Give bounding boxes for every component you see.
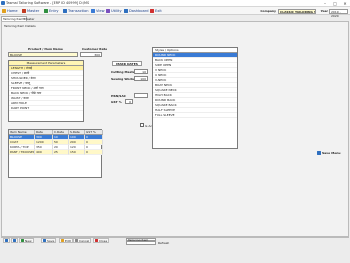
menu-view[interactable]: View xyxy=(91,8,105,14)
nav-prev-icon xyxy=(13,239,16,242)
menu-master[interactable]: Master xyxy=(22,8,39,14)
edit-label: Edit xyxy=(65,238,71,243)
new-icon xyxy=(21,239,24,242)
window-controls: – □ ✕ xyxy=(322,0,348,7)
customer-rate-label: Customer Rate xyxy=(82,47,108,51)
app-icon xyxy=(1,1,5,6)
list-item[interactable]: FULL SLEEVE xyxy=(153,113,237,118)
title-bar: Tasmai Tailoring Software - [ERP ID 4099… xyxy=(0,0,350,7)
is-active-checkbox[interactable] xyxy=(140,123,144,127)
cancel-button[interactable]: Cancel xyxy=(73,238,92,243)
mark-dates-header: MARK DATES xyxy=(112,61,142,66)
close-icon xyxy=(95,239,98,242)
sewing-worker-input[interactable]: 100 xyxy=(134,76,148,81)
cutting-master-input[interactable]: 10 xyxy=(134,69,148,74)
minimize-icon[interactable]: – xyxy=(322,1,328,6)
view-icon xyxy=(91,9,95,13)
edit-button[interactable]: Edit xyxy=(59,238,73,243)
table-cell: PANT / TROUSER xyxy=(9,150,35,155)
table-cell: 0 xyxy=(85,150,103,155)
menu-view-label: View xyxy=(96,9,105,13)
table-cell: 150 xyxy=(69,150,85,155)
edit-icon xyxy=(61,239,64,242)
sewing-worker-label: Sewing Worker xyxy=(111,77,137,81)
save-menu-button[interactable]: Save Menu xyxy=(317,150,347,156)
save-button[interactable]: Save xyxy=(41,238,57,243)
previous-record-button[interactable] xyxy=(11,238,18,243)
close-icon[interactable]: ✕ xyxy=(342,1,348,6)
save-menu-label: Save Menu xyxy=(322,151,341,155)
items-table: Item Name Rate C.Rate S.Rate GST % BLOUS… xyxy=(8,129,103,178)
save-icon xyxy=(43,239,46,242)
menu-transaction-label: Transaction xyxy=(68,9,89,13)
transaction-icon xyxy=(63,9,67,13)
table-row[interactable]: PANT / TROUSER 400 25 150 0 xyxy=(9,150,103,155)
menu-dashboard-label: Dashboard xyxy=(129,9,149,13)
customer-rate-input[interactable]: 300 xyxy=(80,51,102,57)
hsn-input[interactable] xyxy=(134,93,148,98)
save-label: Save xyxy=(47,238,55,243)
menu-entry[interactable]: Entry xyxy=(44,8,59,14)
gst-input[interactable]: 0 xyxy=(125,99,133,104)
home-icon xyxy=(2,9,6,13)
hsn-label: HSN/SAC xyxy=(111,94,126,98)
close-label: Close xyxy=(99,238,108,243)
menu-home-label: Home xyxy=(7,9,18,13)
cancel-label: Cancel xyxy=(79,238,90,243)
table-cell: 400 xyxy=(35,150,53,155)
product-label: Product / Item Name xyxy=(28,47,63,51)
cancel-icon xyxy=(75,239,78,242)
year-label: Year xyxy=(320,9,328,13)
company-select[interactable]: CLASSIC TAILORING SOFTWARE xyxy=(278,8,316,14)
menu-master-label: Master xyxy=(27,9,40,13)
maximize-icon[interactable]: □ xyxy=(332,1,338,6)
cutting-master-label: Cutting Master xyxy=(111,70,137,74)
styles-list[interactable]: Styles / Options ROUND NECK BACK OPEN SI… xyxy=(152,47,238,149)
nav-first-icon xyxy=(5,239,8,242)
company-label: Company xyxy=(260,9,276,13)
gst-label: GST % xyxy=(111,100,122,104)
tailoring-name-search[interactable] xyxy=(126,241,156,245)
product-input[interactable]: BLOUSE xyxy=(8,51,78,57)
menu-utility-label: Utility xyxy=(111,9,122,13)
refresh-link[interactable]: Refresh xyxy=(158,241,169,245)
measurement-list[interactable]: Measurement Parameters LENGTH / लंबाई CH… xyxy=(8,60,84,122)
menu-exit[interactable]: Exit xyxy=(150,8,162,14)
master-icon xyxy=(22,9,26,13)
window-title: Tasmai Tailoring Software - [ERP ID 4099… xyxy=(6,1,90,5)
menu-bar: Home Master Entry Transaction View Utili… xyxy=(0,7,350,18)
save-icon xyxy=(317,151,321,155)
utility-icon xyxy=(106,9,110,13)
dashboard-icon xyxy=(124,9,128,13)
list-item[interactable]: DART POINT xyxy=(9,106,83,111)
table-cell: 25 xyxy=(53,150,69,155)
first-record-button[interactable] xyxy=(3,238,10,243)
new-button[interactable]: New xyxy=(19,238,34,243)
menu-dashboard[interactable]: Dashboard xyxy=(124,8,149,14)
menu-utility[interactable]: Utility xyxy=(106,8,122,14)
section-title: Tailoring Item Details xyxy=(4,23,36,28)
new-label: New xyxy=(25,238,32,243)
menu-entry-label: Entry xyxy=(49,9,59,13)
menu-home[interactable]: Home xyxy=(2,8,18,14)
entry-icon xyxy=(44,9,48,13)
year-select[interactable]: 2019 - 2020 xyxy=(329,8,348,18)
menu-transaction[interactable]: Transaction xyxy=(63,8,89,14)
close-button[interactable]: Close xyxy=(93,238,110,243)
exit-icon xyxy=(150,9,154,13)
menu-exit-label: Exit xyxy=(155,9,162,13)
